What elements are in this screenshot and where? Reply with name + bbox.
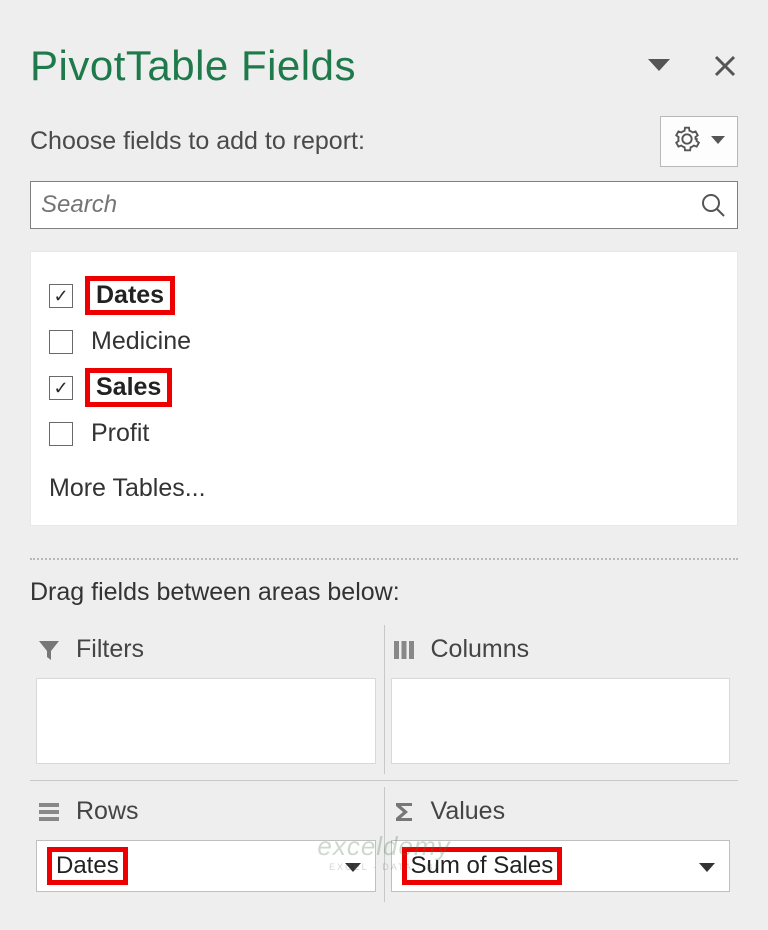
rows-icon — [36, 799, 62, 825]
columns-title: Columns — [431, 635, 530, 664]
gear-icon — [673, 125, 701, 158]
rows-pill[interactable]: Dates — [36, 840, 376, 892]
filters-area[interactable]: Filters — [30, 625, 384, 774]
subheader: Choose fields to add to report: — [0, 108, 768, 181]
values-pill[interactable]: Sum of Sales — [391, 840, 731, 892]
filters-title: Filters — [76, 635, 144, 664]
search-box[interactable] — [30, 181, 738, 229]
rows-header: Rows — [36, 797, 376, 826]
sigma-icon — [391, 799, 417, 825]
tools-button[interactable] — [660, 116, 738, 167]
search-input[interactable] — [31, 191, 689, 219]
field-label-profit: Profit — [85, 419, 155, 448]
panel-menu-button[interactable] — [646, 53, 672, 79]
search-icon — [689, 191, 737, 219]
check-icon: ✓ — [53, 379, 68, 397]
pivot-fields-panel: PivotTable Fields Choose fields to add t… — [0, 0, 768, 930]
rows-area[interactable]: Rows Dates — [30, 787, 384, 902]
field-row-sales[interactable]: ✓ Sales — [49, 362, 719, 413]
chevron-down-icon — [345, 852, 361, 880]
values-title: Values — [431, 797, 506, 826]
areas-grid: Filters Columns — [0, 625, 768, 902]
header-controls — [646, 53, 738, 79]
field-label-dates: Dates — [85, 276, 175, 315]
field-row-dates[interactable]: ✓ Dates — [49, 270, 719, 321]
caret-down-icon — [648, 59, 670, 73]
checkbox-profit[interactable] — [49, 422, 73, 446]
subheader-text: Choose fields to add to report: — [30, 127, 365, 156]
more-tables-link[interactable]: More Tables... — [49, 474, 719, 503]
checkbox-dates[interactable]: ✓ — [49, 284, 73, 308]
columns-area[interactable]: Columns — [384, 625, 739, 774]
rows-title: Rows — [76, 797, 139, 826]
values-area[interactable]: Values Sum of Sales — [384, 787, 739, 902]
panel-header: PivotTable Fields — [0, 0, 768, 108]
areas-bottom-row: Rows Dates Values Sum of Sales — [30, 787, 738, 902]
filters-header: Filters — [36, 635, 376, 664]
columns-header: Columns — [391, 635, 731, 664]
panel-title: PivotTable Fields — [30, 42, 356, 90]
field-label-sales: Sales — [85, 368, 172, 407]
columns-dropzone[interactable] — [391, 678, 731, 764]
check-icon: ✓ — [53, 287, 68, 305]
values-pill-label: Sum of Sales — [402, 847, 563, 885]
filter-icon — [36, 637, 62, 663]
filters-dropzone[interactable] — [36, 678, 376, 764]
close-icon — [713, 54, 737, 78]
checkbox-sales[interactable]: ✓ — [49, 376, 73, 400]
columns-icon — [391, 637, 417, 663]
field-label-medicine: Medicine — [85, 327, 197, 356]
areas-hdivider — [30, 780, 738, 781]
chevron-down-icon — [699, 852, 715, 880]
search-container — [0, 181, 768, 229]
values-header: Values — [391, 797, 731, 826]
field-row-profit[interactable]: Profit — [49, 413, 719, 454]
areas-top-row: Filters Columns — [30, 625, 738, 774]
rows-pill-label: Dates — [47, 847, 128, 885]
checkbox-medicine[interactable] — [49, 330, 73, 354]
drag-instruction: Drag fields between areas below: — [0, 578, 768, 625]
tools-caret-icon — [711, 133, 725, 151]
close-button[interactable] — [712, 53, 738, 79]
section-divider — [30, 558, 738, 560]
field-list: ✓ Dates Medicine ✓ Sales Profit More Tab… — [30, 251, 738, 526]
field-row-medicine[interactable]: Medicine — [49, 321, 719, 362]
